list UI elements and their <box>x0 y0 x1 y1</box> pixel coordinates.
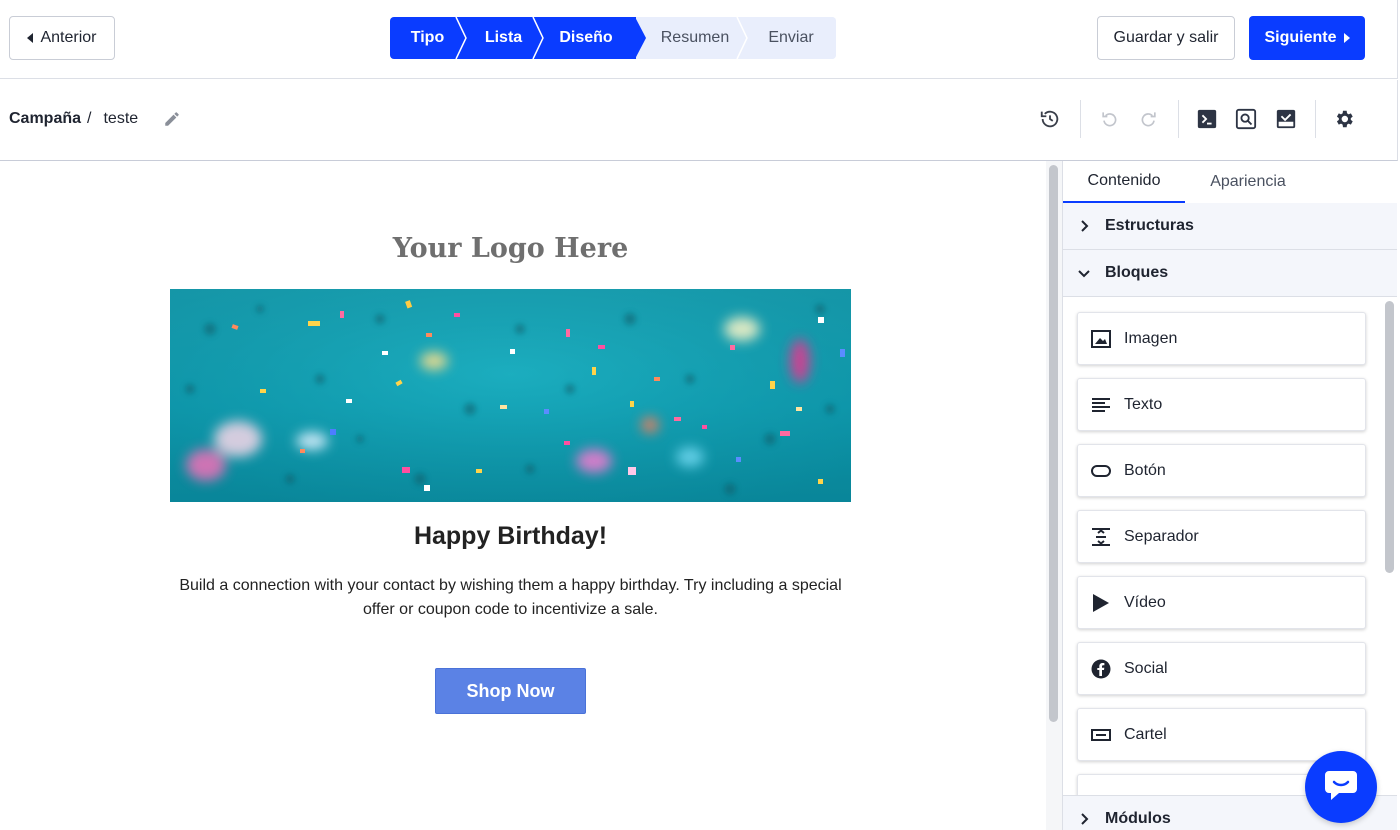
breadcrumb-separator: / <box>87 110 92 127</box>
edit-name-pencil-icon[interactable] <box>163 110 181 128</box>
block-cartel[interactable]: Cartel <box>1077 708 1366 761</box>
facebook-icon <box>1078 659 1124 679</box>
video-icon <box>1078 593 1124 613</box>
block-label: Botón <box>1124 461 1166 479</box>
breadcrumb-root: Campaña <box>9 110 82 127</box>
block-video[interactable]: Vídeo <box>1077 576 1366 629</box>
caret-left-icon <box>27 33 34 43</box>
divider-icon <box>1078 527 1124 546</box>
chat-bubble-icon <box>1323 769 1359 806</box>
breadcrumb: Campaña / teste <box>9 110 138 128</box>
step-divider <box>455 17 467 59</box>
block-label: Vídeo <box>1124 593 1166 611</box>
test-email-icon[interactable] <box>1274 107 1298 131</box>
toolbar-divider <box>1080 100 1081 138</box>
step-arrow <box>635 17 646 59</box>
step-label: Tipo <box>410 29 445 46</box>
block-label: Texto <box>1124 395 1163 413</box>
history-icon[interactable] <box>1038 107 1062 131</box>
chevron-right-icon <box>1063 813 1105 825</box>
step-diseno[interactable]: Diseño <box>542 17 646 59</box>
preview-icon[interactable] <box>1234 107 1258 131</box>
banner-icon <box>1078 728 1124 741</box>
step-enviar[interactable]: Enviar <box>746 17 836 59</box>
tab-contenido[interactable]: Contenido <box>1063 161 1185 203</box>
section-modulos-label: Módulos <box>1105 810 1171 827</box>
step-lista[interactable]: Lista <box>465 17 544 59</box>
email-logo-placeholder[interactable]: Your Logo Here <box>170 233 851 264</box>
image-icon <box>1078 329 1124 348</box>
block-separador[interactable]: Separador <box>1077 510 1366 563</box>
wizard-stepper: Tipo Lista Diseño Resumen Enviar <box>390 17 836 59</box>
block-label: Imagen <box>1124 329 1178 347</box>
caret-right-icon <box>1343 33 1350 43</box>
blocks-list: Imagen Texto Botón Separador Vídeo Socia… <box>1063 297 1397 795</box>
step-divider <box>532 17 544 59</box>
block-imagen[interactable]: Imagen <box>1077 312 1366 365</box>
back-button[interactable]: Anterior <box>9 16 115 60</box>
step-label: Diseño <box>559 29 613 46</box>
block-label: Separador <box>1124 527 1199 545</box>
campaign-name: teste <box>103 110 139 127</box>
section-estructuras-label: Estructuras <box>1105 217 1194 234</box>
block-social[interactable]: Social <box>1077 642 1366 695</box>
step-resumen[interactable]: Resumen <box>636 17 748 59</box>
toolbar-divider <box>1315 100 1316 138</box>
block-boton[interactable]: Botón <box>1077 444 1366 497</box>
step-label: Lista <box>484 29 523 46</box>
button-icon <box>1078 464 1124 477</box>
text-icon <box>1078 397 1124 413</box>
code-icon[interactable] <box>1195 107 1219 131</box>
chevron-right-icon <box>1063 220 1105 232</box>
settings-gear-icon[interactable] <box>1332 107 1356 131</box>
block-label: Social <box>1124 659 1168 677</box>
canvas-scrollbar[interactable] <box>1046 161 1062 830</box>
section-bloques-label: Bloques <box>1105 264 1169 281</box>
section-estructuras[interactable]: Estructuras <box>1063 203 1397 250</box>
canvas-scrollbar-thumb[interactable] <box>1049 165 1058 722</box>
shop-now-button[interactable]: Shop Now <box>435 668 586 714</box>
step-label: Resumen <box>660 29 730 46</box>
email-headline[interactable]: Happy Birthday! <box>170 522 851 551</box>
undo-icon[interactable] <box>1097 107 1121 131</box>
step-label: Enviar <box>768 29 814 46</box>
panel-scrollbar[interactable] <box>1383 297 1397 795</box>
editor-toolbar <box>0 80 1398 161</box>
step-tipo[interactable]: Tipo <box>390 17 467 59</box>
panel-scrollbar-thumb[interactable] <box>1385 301 1394 573</box>
top-bar: Anterior Tipo Lista Diseño Resumen Envia… <box>0 0 1398 79</box>
chat-support-button[interactable] <box>1305 751 1377 823</box>
email-body-text[interactable]: Build a connection with your contact by … <box>170 574 851 622</box>
redo-icon[interactable] <box>1137 107 1161 131</box>
panel-tabs: Contenido Apariencia <box>1063 161 1399 203</box>
next-button[interactable]: Siguiente <box>1249 16 1365 60</box>
toolbar-divider <box>1178 100 1179 138</box>
content-panel: Contenido Apariencia Estructuras Bloques… <box>1062 161 1398 830</box>
hero-image[interactable] <box>170 289 851 502</box>
save-and-exit-button[interactable]: Guardar y salir <box>1097 16 1235 60</box>
section-bloques[interactable]: Bloques <box>1063 250 1397 297</box>
block-label: Cartel <box>1124 725 1167 743</box>
tab-apariencia[interactable]: Apariencia <box>1185 161 1311 203</box>
chevron-down-icon <box>1063 267 1105 279</box>
back-button-label: Anterior <box>40 29 97 46</box>
step-divider <box>736 17 748 59</box>
confetti-image <box>170 289 851 502</box>
next-button-label: Siguiente <box>1264 29 1337 46</box>
block-texto[interactable]: Texto <box>1077 378 1366 431</box>
